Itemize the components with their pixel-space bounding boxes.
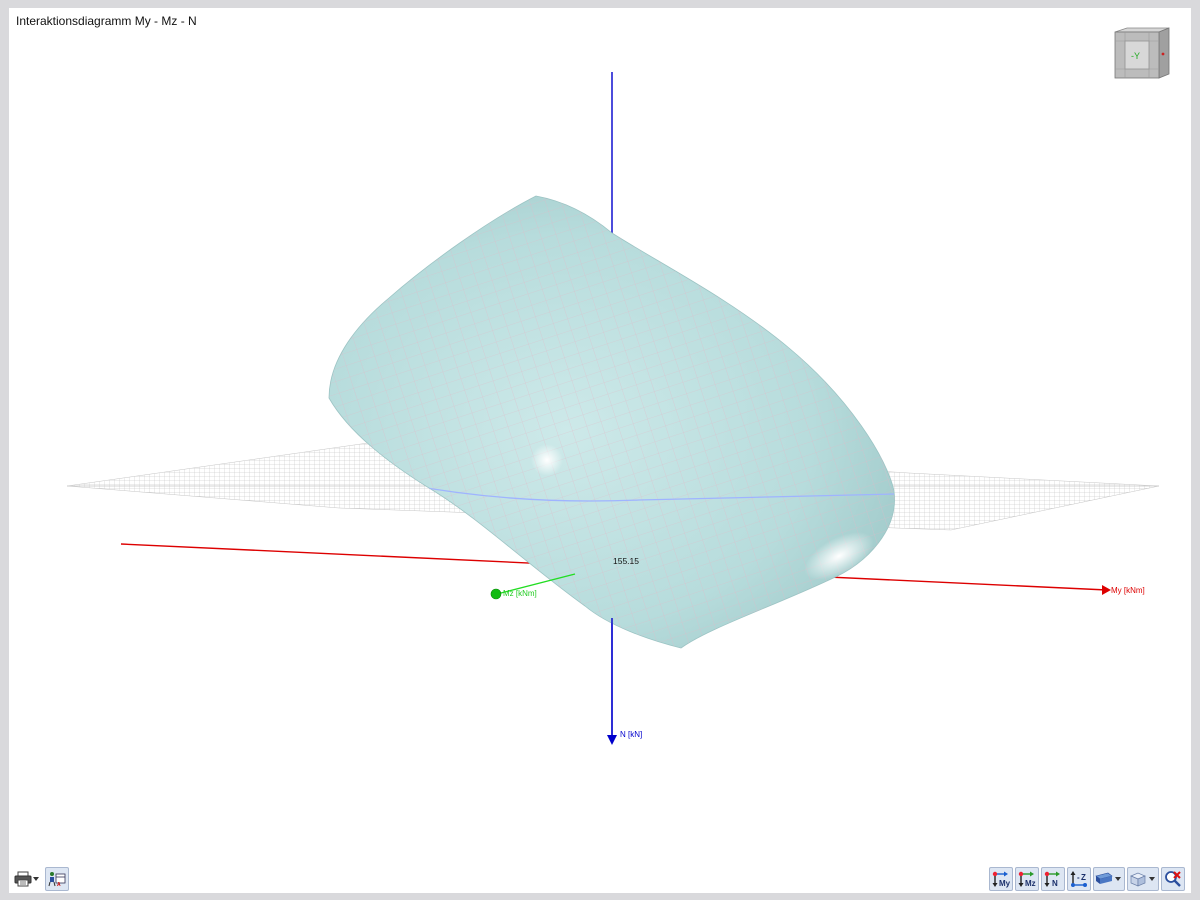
view-settings-icon: A	[48, 872, 66, 887]
view-mz-button[interactable]: Mz	[1015, 867, 1039, 891]
display-mode-button[interactable]	[1093, 867, 1125, 891]
view-cube-dropdown-icon[interactable]	[1149, 877, 1155, 881]
toolbar-left: A	[13, 867, 69, 891]
my-axis-label: My [kNm]	[1111, 586, 1145, 595]
graphics-viewport[interactable]: Interaktionsdiagramm My - Mz - N My [kNm…	[9, 8, 1191, 893]
n-axis-label: N [kN]	[620, 730, 642, 739]
axis-n-icon: N	[1044, 871, 1060, 888]
interaction-diagram-3d[interactable]: My [kNm] Mz [kNm] N [kN] 155.15	[9, 8, 1191, 893]
surface-value-label: 155.15	[613, 556, 639, 566]
axis-z-icon: - Z	[1070, 871, 1087, 887]
n-axis-arrow	[607, 735, 617, 745]
svg-text:My: My	[999, 879, 1011, 888]
my-axis-arrow	[1102, 585, 1111, 595]
navcube-face-label: -Y	[1131, 51, 1140, 61]
svg-text:A: A	[57, 882, 61, 887]
svg-text:Z: Z	[1081, 873, 1086, 882]
print-dropdown-icon[interactable]	[33, 877, 39, 881]
reset-view-icon	[1165, 871, 1181, 887]
interaction-surface	[328, 195, 895, 649]
svg-text:Mz: Mz	[1025, 879, 1036, 888]
display-mode-dropdown-icon[interactable]	[1115, 877, 1121, 881]
view-cube-button[interactable]	[1127, 867, 1159, 891]
printer-icon	[14, 871, 32, 887]
view-my-button[interactable]: My	[989, 867, 1013, 891]
svg-text:N: N	[1052, 879, 1058, 888]
axis-mz-icon: Mz	[1018, 871, 1036, 888]
svg-text:-: -	[1077, 873, 1080, 882]
view-cube-icon	[1130, 872, 1146, 887]
mz-axis-label: Mz [kNm]	[503, 589, 537, 598]
display-mode-icon	[1095, 872, 1113, 884]
axis-my-icon: My	[992, 871, 1011, 888]
view-settings-button[interactable]: A	[45, 867, 69, 891]
view-n-button[interactable]: N	[1041, 867, 1065, 891]
view-z-button[interactable]: - Z	[1067, 867, 1091, 891]
mz-axis-end	[490, 588, 502, 600]
navigation-cube[interactable]: -Y	[1113, 26, 1175, 82]
toolbar-right: My Mz N - Z	[989, 867, 1185, 891]
reset-view-button[interactable]	[1161, 867, 1185, 891]
print-button[interactable]	[13, 867, 43, 891]
